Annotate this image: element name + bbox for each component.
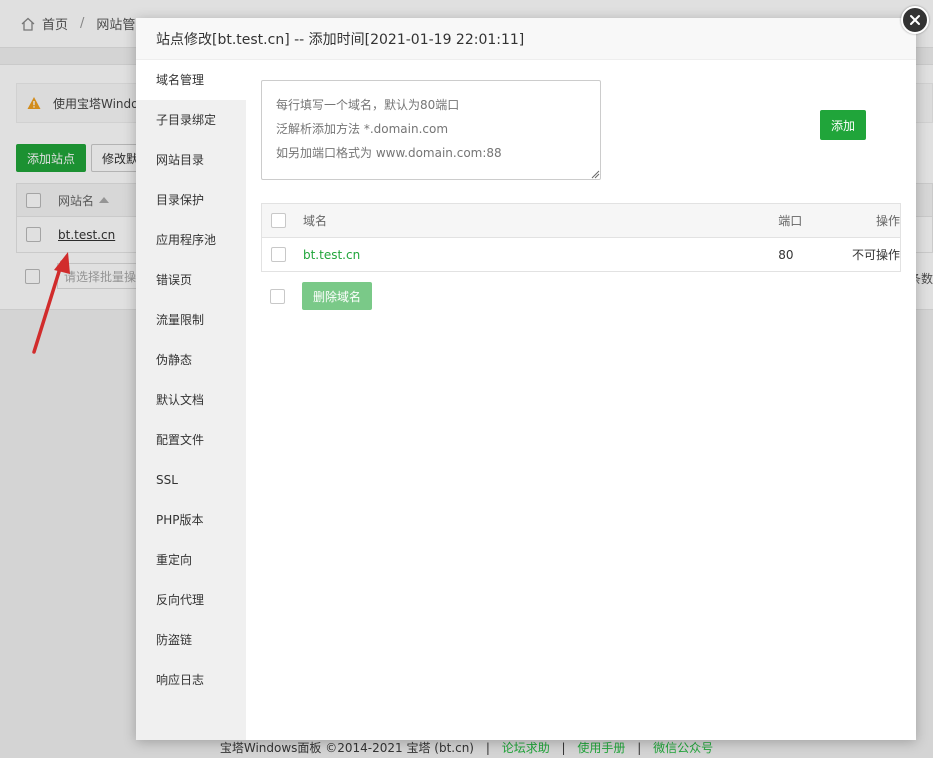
footer-checkbox[interactable] [270, 288, 285, 304]
domain-input[interactable] [261, 80, 601, 180]
select-all-checkbox[interactable] [271, 213, 286, 228]
nav-directory-protection[interactable]: 目录保护 [136, 180, 246, 220]
footer: 宝塔Windows面板 ©2014-2021 宝塔 (bt.cn) | 论坛求助… [0, 738, 933, 758]
nav-hotlink-protection[interactable]: 防盗链 [136, 620, 246, 660]
nav-domain-management[interactable]: 域名管理 [136, 60, 246, 100]
footer-separator: | [637, 741, 642, 755]
resize-grip-icon[interactable] [590, 169, 600, 179]
nav-php-version[interactable]: PHP版本 [136, 500, 246, 540]
domain-table-header: 域名 端口 操作 [262, 204, 900, 238]
nav-default-document[interactable]: 默认文档 [136, 380, 246, 420]
delete-domain-button[interactable]: 删除域名 [302, 282, 372, 310]
nav-subdirectory-binding[interactable]: 子目录绑定 [136, 100, 246, 140]
nav-ssl[interactable]: SSL [136, 460, 246, 500]
footer-link-manual[interactable]: 使用手册 [577, 741, 625, 755]
nav-app-pool[interactable]: 应用程序池 [136, 220, 246, 260]
action-value: 不可操作 [852, 248, 901, 262]
domain-link[interactable]: bt.test.cn [303, 248, 778, 262]
port-value: 80 [778, 247, 794, 262]
nav-site-directory[interactable]: 网站目录 [136, 140, 246, 180]
nav-reverse-proxy[interactable]: 反向代理 [136, 580, 246, 620]
nav-config-file[interactable]: 配置文件 [136, 420, 246, 460]
footer-copyright: 宝塔Windows面板 ©2014-2021 宝塔 (bt.cn) [219, 741, 474, 755]
footer-link-wechat[interactable]: 微信公众号 [653, 741, 713, 755]
column-action: 操作 [876, 214, 901, 228]
column-domain: 域名 [302, 214, 327, 228]
nav-traffic-limit[interactable]: 流量限制 [136, 300, 246, 340]
domain-table: 域名 端口 操作 bt.test.cn 80 不可操作 [261, 203, 901, 272]
footer-separator: | [561, 741, 566, 755]
table-row: bt.test.cn 80 不可操作 [262, 238, 900, 271]
add-domain-button[interactable]: 添加 [820, 110, 866, 140]
nav-response-log[interactable]: 响应日志 [136, 660, 246, 700]
domain-table-footer: 删除域名 [261, 282, 372, 310]
nav-error-page[interactable]: 错误页 [136, 260, 246, 300]
column-port: 端口 [778, 214, 803, 228]
footer-separator: | [485, 741, 490, 755]
row-checkbox[interactable] [271, 247, 286, 262]
domain-management-panel: 添加 域名 端口 操作 bt.test.cn 80 不可操作 删除域名 [246, 60, 916, 740]
close-modal-button[interactable] [901, 6, 929, 34]
footer-link-forum[interactable]: 论坛求助 [502, 741, 550, 755]
modal-side-nav: 域名管理 子目录绑定 网站目录 目录保护 应用程序池 错误页 流量限制 伪静态 … [136, 60, 246, 740]
site-edit-modal: 站点修改[bt.test.cn] -- 添加时间[2021-01-19 22:0… [136, 18, 916, 740]
nav-rewrite[interactable]: 伪静态 [136, 340, 246, 380]
close-icon [910, 15, 920, 25]
nav-redirect[interactable]: 重定向 [136, 540, 246, 580]
modal-title: 站点修改[bt.test.cn] -- 添加时间[2021-01-19 22:0… [136, 18, 916, 60]
